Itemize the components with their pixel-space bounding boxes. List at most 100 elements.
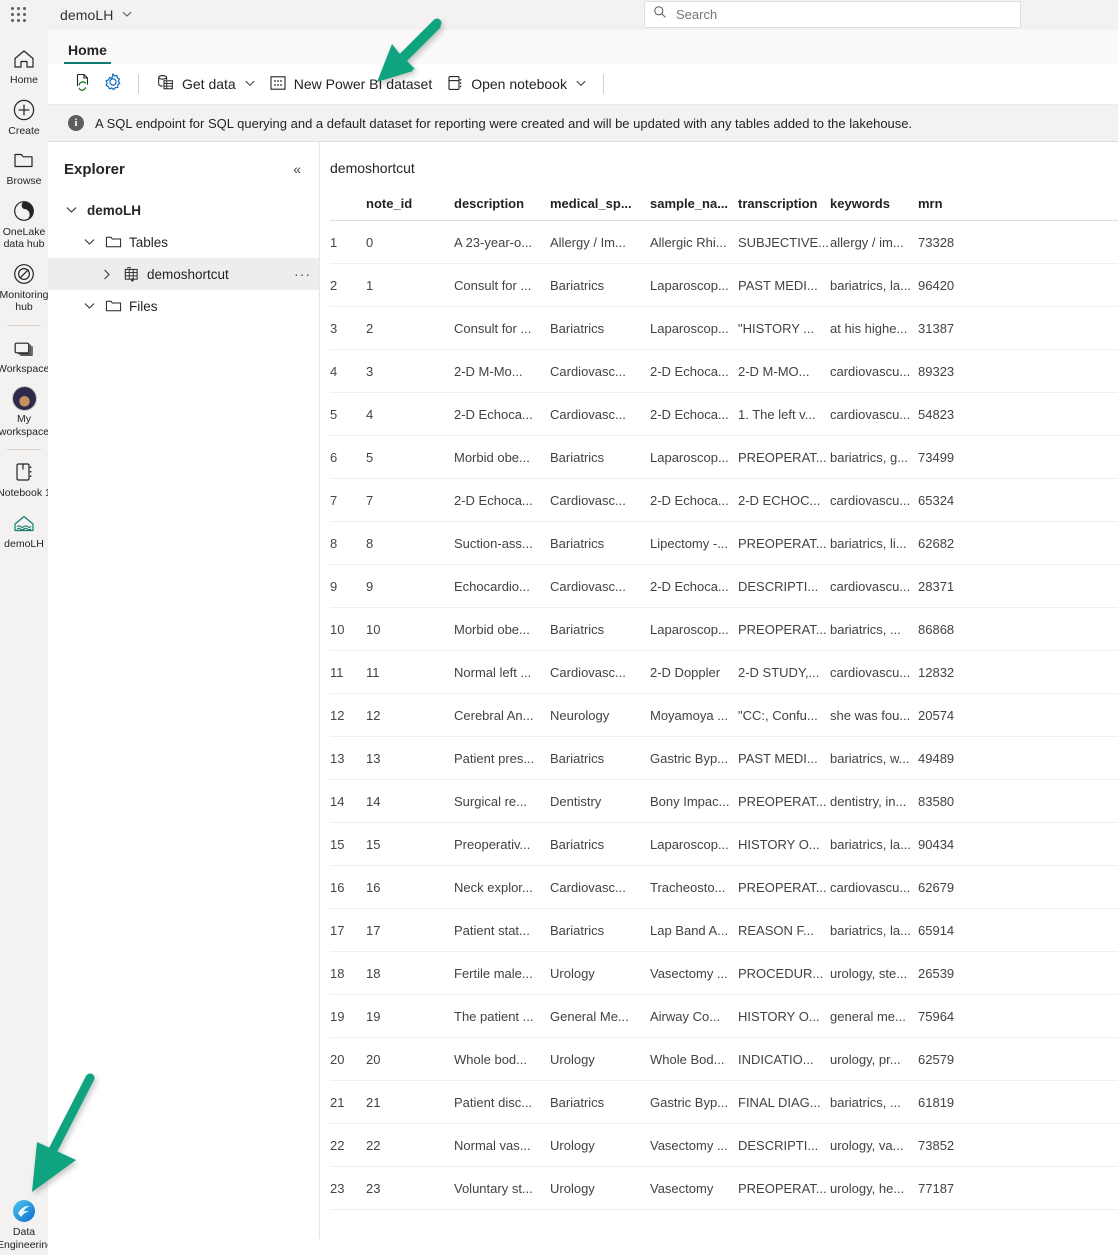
new-powerbi-dataset-button[interactable]: New Power BI dataset xyxy=(262,70,440,98)
cell-spacer xyxy=(998,951,1118,995)
table-row[interactable]: 6 5 Morbid obe... Bariatrics Laparoscop... PR… xyxy=(330,435,1118,479)
sidebar-item-data-engineering[interactable]: Data Engineering xyxy=(0,1192,48,1255)
app-launcher-icon[interactable] xyxy=(9,5,29,25)
cell-note-id: 13 xyxy=(366,736,454,780)
cell-description: A 23-year-o... xyxy=(454,220,550,264)
chevron-down-icon xyxy=(245,79,255,89)
sidebar-item-my-workspace[interactable]: My workspace xyxy=(0,379,48,442)
search-box[interactable] xyxy=(644,1,1021,28)
sidebar-label: demoLH xyxy=(4,537,44,550)
search-input[interactable] xyxy=(674,6,1012,23)
cell-spacer xyxy=(998,478,1118,522)
cell-transcription: SUBJECTIVE... xyxy=(738,220,830,264)
open-notebook-button[interactable]: Open notebook xyxy=(439,70,593,98)
tree-item-files[interactable]: Files xyxy=(48,290,319,322)
table-row[interactable]: 10A 23-year-o... Allergy / Im... Allergic … xyxy=(330,220,1118,264)
table-row[interactable]: 22 22 Normal vas... Urology Vasectomy ... DES… xyxy=(330,1123,1118,1167)
table-row[interactable]: 11 11 Normal left ... Cardiovasc... 2-D Dopp… xyxy=(330,650,1118,694)
table-name-heading: demoshortcut xyxy=(330,160,415,176)
column-header-description[interactable]: description xyxy=(454,196,550,221)
sidebar-item-onelake-data-hub[interactable]: OneLake data hub xyxy=(0,192,48,255)
table-row[interactable]: 8 8 Suction-ass... Bariatrics Lipectomy -...… xyxy=(330,521,1118,565)
chevron-down-icon[interactable] xyxy=(80,238,98,246)
get-data-icon xyxy=(156,73,175,95)
column-header-keywords[interactable]: keywords xyxy=(830,196,918,221)
cell-keywords: urology, ste... xyxy=(830,951,918,995)
cell-note-id: 5 xyxy=(366,435,454,479)
table-row[interactable]: 21 21 Patient disc... Bariatrics Gastric Byp… xyxy=(330,1080,1118,1124)
cell-keywords: bariatrics, g... xyxy=(830,435,918,479)
table-row[interactable]: 15 15 Preoperativ... Bariatrics Laparoscop..… xyxy=(330,822,1118,866)
cell-note-id: 2 xyxy=(366,306,454,350)
table-row[interactable]: 17 17 Patient stat... Bariatrics Lap Band A.… xyxy=(330,908,1118,952)
cell-medical-specialty: Bariatrics xyxy=(550,306,650,350)
sidebar-item-monitoring-hub[interactable]: Monitoring hub xyxy=(0,255,48,318)
table-row[interactable]: 12 12 Cerebral An... Neurology Moyamoya ... "… xyxy=(330,693,1118,737)
chevron-right-icon[interactable] xyxy=(98,269,116,280)
table-row[interactable]: 19 19 The patient ... General Me... Airway C… xyxy=(330,994,1118,1038)
tab-home[interactable]: Home xyxy=(64,40,111,64)
cell-transcription: 1. The left v... xyxy=(738,392,830,436)
table-row[interactable]: 18 18 Fertile male... Urology Vasectomy ... P… xyxy=(330,951,1118,995)
table-row[interactable]: 5 4 2-D Echoca... Cardiovasc... 2-D Echoca..… xyxy=(330,392,1118,436)
column-header-transcription[interactable]: transcription xyxy=(738,196,830,221)
cell-keywords: cardiovascu... xyxy=(830,478,918,522)
table-row[interactable]: 13 13 Patient pres... Bariatrics Gastric Byp… xyxy=(330,736,1118,780)
cell-description: Neck explor... xyxy=(454,865,550,909)
table-row[interactable]: 23 23 Voluntary st... Urology Vasectomy PREOP… xyxy=(330,1166,1118,1210)
sidebar-item-create[interactable]: Create xyxy=(0,91,48,142)
column-header-sample-name[interactable]: sample_na... xyxy=(650,196,738,221)
refresh-button[interactable] xyxy=(68,69,98,99)
cell-note-id: 22 xyxy=(366,1123,454,1167)
table-row[interactable]: 16 16 Neck explor... Cardiovasc... Tracheost… xyxy=(330,865,1118,909)
tree-item-tables[interactable]: Tables xyxy=(48,226,319,258)
cell-mrn: 20574 xyxy=(918,693,998,737)
collapse-panel-icon[interactable]: « xyxy=(289,159,305,179)
cell-sample-name: Gastric Byp... xyxy=(650,736,738,780)
cell-spacer xyxy=(998,521,1118,565)
table-row[interactable]: 9 9 Echocardio... Cardiovasc... 2-D Echoca..… xyxy=(330,564,1118,608)
cell-keywords: bariatrics, la... xyxy=(830,908,918,952)
table-row[interactable]: 4 3 2-D M-Mo... Cardiovasc... 2-D Echoca... 2… xyxy=(330,349,1118,393)
column-header[interactable] xyxy=(330,196,366,221)
cell-medical-specialty: Bariatrics xyxy=(550,521,650,565)
chevron-down-icon[interactable] xyxy=(122,9,132,22)
table-row[interactable]: 10 10 Morbid obe... Bariatrics Laparoscop...… xyxy=(330,607,1118,651)
settings-button[interactable] xyxy=(98,69,128,99)
cell-medical-specialty: Bariatrics xyxy=(550,435,650,479)
chevron-down-icon[interactable] xyxy=(80,302,98,310)
tree-item-demoshortcut[interactable]: demoshortcut ··· xyxy=(48,258,319,290)
table-row[interactable]: 3 2 Consult for ... Bariatrics Laparoscop...… xyxy=(330,306,1118,350)
sidebar-item-notebook-1[interactable]: Notebook 1 xyxy=(0,453,48,504)
cell-keywords: bariatrics, w... xyxy=(830,736,918,780)
cell-sample-name: Whole Bod... xyxy=(650,1037,738,1081)
table-row[interactable]: 7 7 2-D Echoca... Cardiovasc... 2-D Echoca..… xyxy=(330,478,1118,522)
more-options-icon[interactable]: ··· xyxy=(294,266,311,282)
open-notebook-label: Open notebook xyxy=(471,76,567,92)
cell-spacer xyxy=(998,779,1118,823)
table-row[interactable]: 2 1 Consult for ... Bariatrics Laparoscop...… xyxy=(330,263,1118,307)
table-row[interactable]: 14 14 Surgical re... Dentistry Bony Impac...… xyxy=(330,779,1118,823)
column-header-mrn[interactable]: mrn xyxy=(918,196,998,221)
content-split: Explorer « demoLH Tables demoshortcut ··… xyxy=(48,142,1118,1239)
cell-transcription: REASON F... xyxy=(738,908,830,952)
sidebar-item-home[interactable]: Home xyxy=(0,40,48,91)
sidebar-item-browse[interactable]: Browse xyxy=(0,141,48,192)
get-data-button[interactable]: Get data xyxy=(149,70,262,98)
cell-sample-name: Laparoscop... xyxy=(650,822,738,866)
home-icon xyxy=(12,46,36,72)
row-index: 2 xyxy=(330,263,366,307)
cell-note-id: 12 xyxy=(366,693,454,737)
cell-spacer xyxy=(998,908,1118,952)
row-index: 22 xyxy=(330,1123,366,1167)
chevron-down-icon[interactable] xyxy=(62,206,80,214)
sidebar-item-demolh[interactable]: demoLH xyxy=(0,504,48,555)
cell-description: Whole bod... xyxy=(454,1037,550,1081)
tree-item-demolh[interactable]: demoLH xyxy=(48,194,319,226)
table-row[interactable]: 20 20 Whole bod... Urology Whole Bod... INDIC… xyxy=(330,1037,1118,1081)
column-header-medical-specialty[interactable]: medical_sp... xyxy=(550,196,650,221)
cell-keywords: at his highe... xyxy=(830,306,918,350)
column-header-note-id[interactable]: note_id xyxy=(366,196,454,221)
sidebar-item-workspaces[interactable]: Workspaces xyxy=(0,329,48,380)
cell-transcription: PAST MEDI... xyxy=(738,263,830,307)
